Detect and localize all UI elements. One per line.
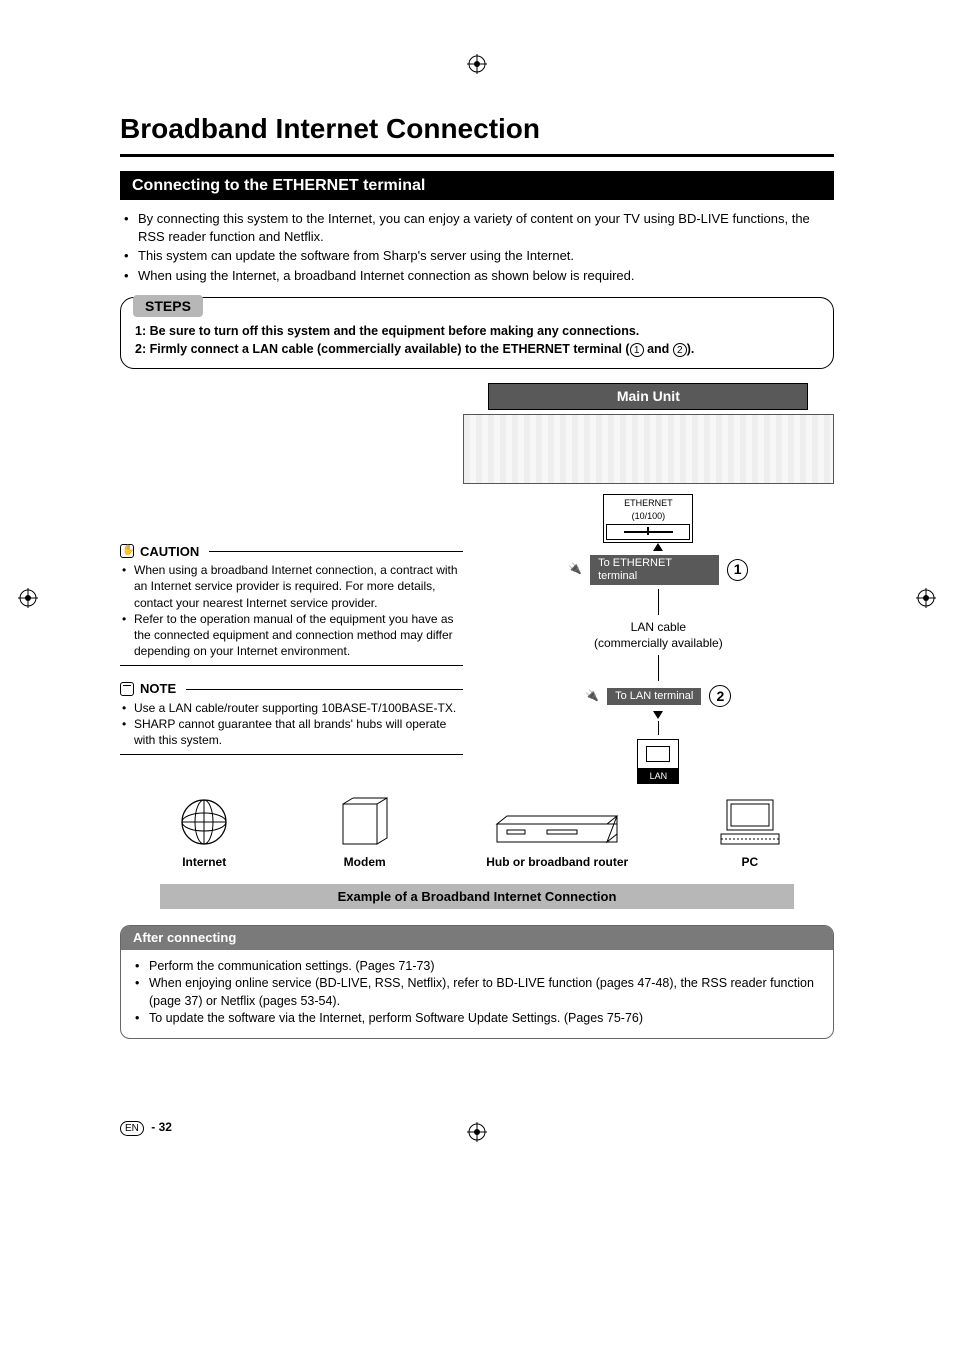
note-item: SHARP cannot guarantee that all brands' … bbox=[122, 716, 463, 748]
caution-heading: CAUTION bbox=[140, 543, 199, 561]
steps-line: 1: Be sure to turn off this system and t… bbox=[135, 323, 819, 341]
device-label: PC bbox=[670, 854, 830, 870]
intro-item: By connecting this system to the Interne… bbox=[124, 210, 834, 245]
caution-item: When using a broadband Internet connecti… bbox=[122, 562, 463, 611]
main-unit-label: Main Unit bbox=[488, 383, 808, 410]
intro-list: By connecting this system to the Interne… bbox=[120, 210, 834, 284]
devices-row: Internet Modem Hub or broadband router P… bbox=[120, 794, 834, 870]
diagram: Main Unit ETHERNET (10/100) bbox=[120, 383, 834, 542]
main-unit-illustration bbox=[463, 414, 834, 484]
wire bbox=[658, 589, 659, 615]
rule bbox=[186, 689, 463, 690]
steps-body: 1: Be sure to turn off this system and t… bbox=[135, 323, 819, 358]
ethernet-port-label: ETHERNET (10/100) bbox=[606, 497, 690, 521]
registration-mark-icon bbox=[467, 54, 487, 74]
after-connecting-heading: After connecting bbox=[121, 926, 833, 950]
caution-item: Refer to the operation manual of the equ… bbox=[122, 611, 463, 660]
circled-number-icon: 2 bbox=[709, 685, 731, 707]
device-label: Hub or broadband router bbox=[445, 854, 670, 870]
lan-port-label: LAN bbox=[637, 769, 679, 783]
ethernet-jack-icon bbox=[606, 524, 690, 540]
modem-icon bbox=[335, 794, 395, 850]
circled-number-icon: 2 bbox=[673, 343, 687, 357]
registration-mark-icon bbox=[18, 588, 38, 608]
title-rule bbox=[120, 154, 834, 157]
registration-mark-icon bbox=[916, 588, 936, 608]
wire bbox=[658, 655, 659, 681]
after-item: When enjoying online service (BD-LIVE, R… bbox=[135, 975, 819, 1010]
intro-item: This system can update the software from… bbox=[124, 247, 834, 265]
steps-line: 2: Firmly connect a LAN cable (commercia… bbox=[135, 341, 819, 359]
after-item: To update the software via the Internet,… bbox=[135, 1010, 819, 1028]
arrow-down-icon bbox=[653, 711, 663, 719]
ethernet-port-illustration: ETHERNET (10/100) bbox=[603, 494, 693, 542]
device-pc: PC bbox=[670, 794, 830, 870]
device-modem: Modem bbox=[284, 794, 444, 870]
page-title: Broadband Internet Connection bbox=[120, 110, 834, 148]
device-internet: Internet bbox=[124, 794, 284, 870]
lang-badge: EN bbox=[120, 1121, 144, 1137]
note-callout: NOTE Use a LAN cable/router supporting 1… bbox=[120, 680, 463, 755]
after-connecting-box: After connecting Perform the communicati… bbox=[120, 925, 834, 1039]
note-icon bbox=[120, 682, 134, 696]
wire bbox=[658, 721, 659, 735]
section-heading: Connecting to the ETHERNET terminal bbox=[120, 171, 834, 201]
caution-icon bbox=[120, 544, 134, 558]
example-caption: Example of a Broadband Internet Connecti… bbox=[160, 884, 794, 910]
registration-mark-icon bbox=[467, 1122, 487, 1142]
page-number: 32 bbox=[159, 1120, 172, 1134]
after-item: Perform the communication settings. (Pag… bbox=[135, 958, 819, 976]
steps-tab: STEPS bbox=[133, 295, 203, 318]
plug-icon: 🔌 bbox=[585, 689, 599, 704]
intro-item: When using the Internet, a broadband Int… bbox=[124, 267, 834, 285]
to-ethernet-label: To ETHERNET terminal bbox=[590, 555, 719, 585]
steps-box: STEPS 1: Be sure to turn off this system… bbox=[120, 297, 834, 370]
circled-number-icon: 1 bbox=[630, 343, 644, 357]
device-label: Modem bbox=[284, 854, 444, 870]
connection-diagram: 🔌 To ETHERNET terminal 1 LAN cable (comm… bbox=[483, 543, 834, 784]
globe-icon bbox=[176, 794, 232, 850]
to-lan-label: To LAN terminal bbox=[607, 688, 701, 705]
lan-port-icon bbox=[637, 739, 679, 769]
device-label: Internet bbox=[124, 854, 284, 870]
caution-callout: CAUTION When using a broadband Internet … bbox=[120, 543, 463, 667]
lan-cable-label: LAN cable (commercially available) bbox=[568, 619, 748, 651]
rule bbox=[209, 551, 463, 552]
plug-icon: 🔌 bbox=[568, 562, 582, 577]
note-item: Use a LAN cable/router supporting 10BASE… bbox=[122, 700, 463, 716]
arrow-up-icon bbox=[653, 543, 663, 551]
pc-icon bbox=[715, 794, 785, 850]
note-heading: NOTE bbox=[140, 680, 176, 698]
circled-number-icon: 1 bbox=[727, 559, 748, 581]
router-icon bbox=[487, 794, 627, 850]
device-hub: Hub or broadband router bbox=[445, 794, 670, 870]
